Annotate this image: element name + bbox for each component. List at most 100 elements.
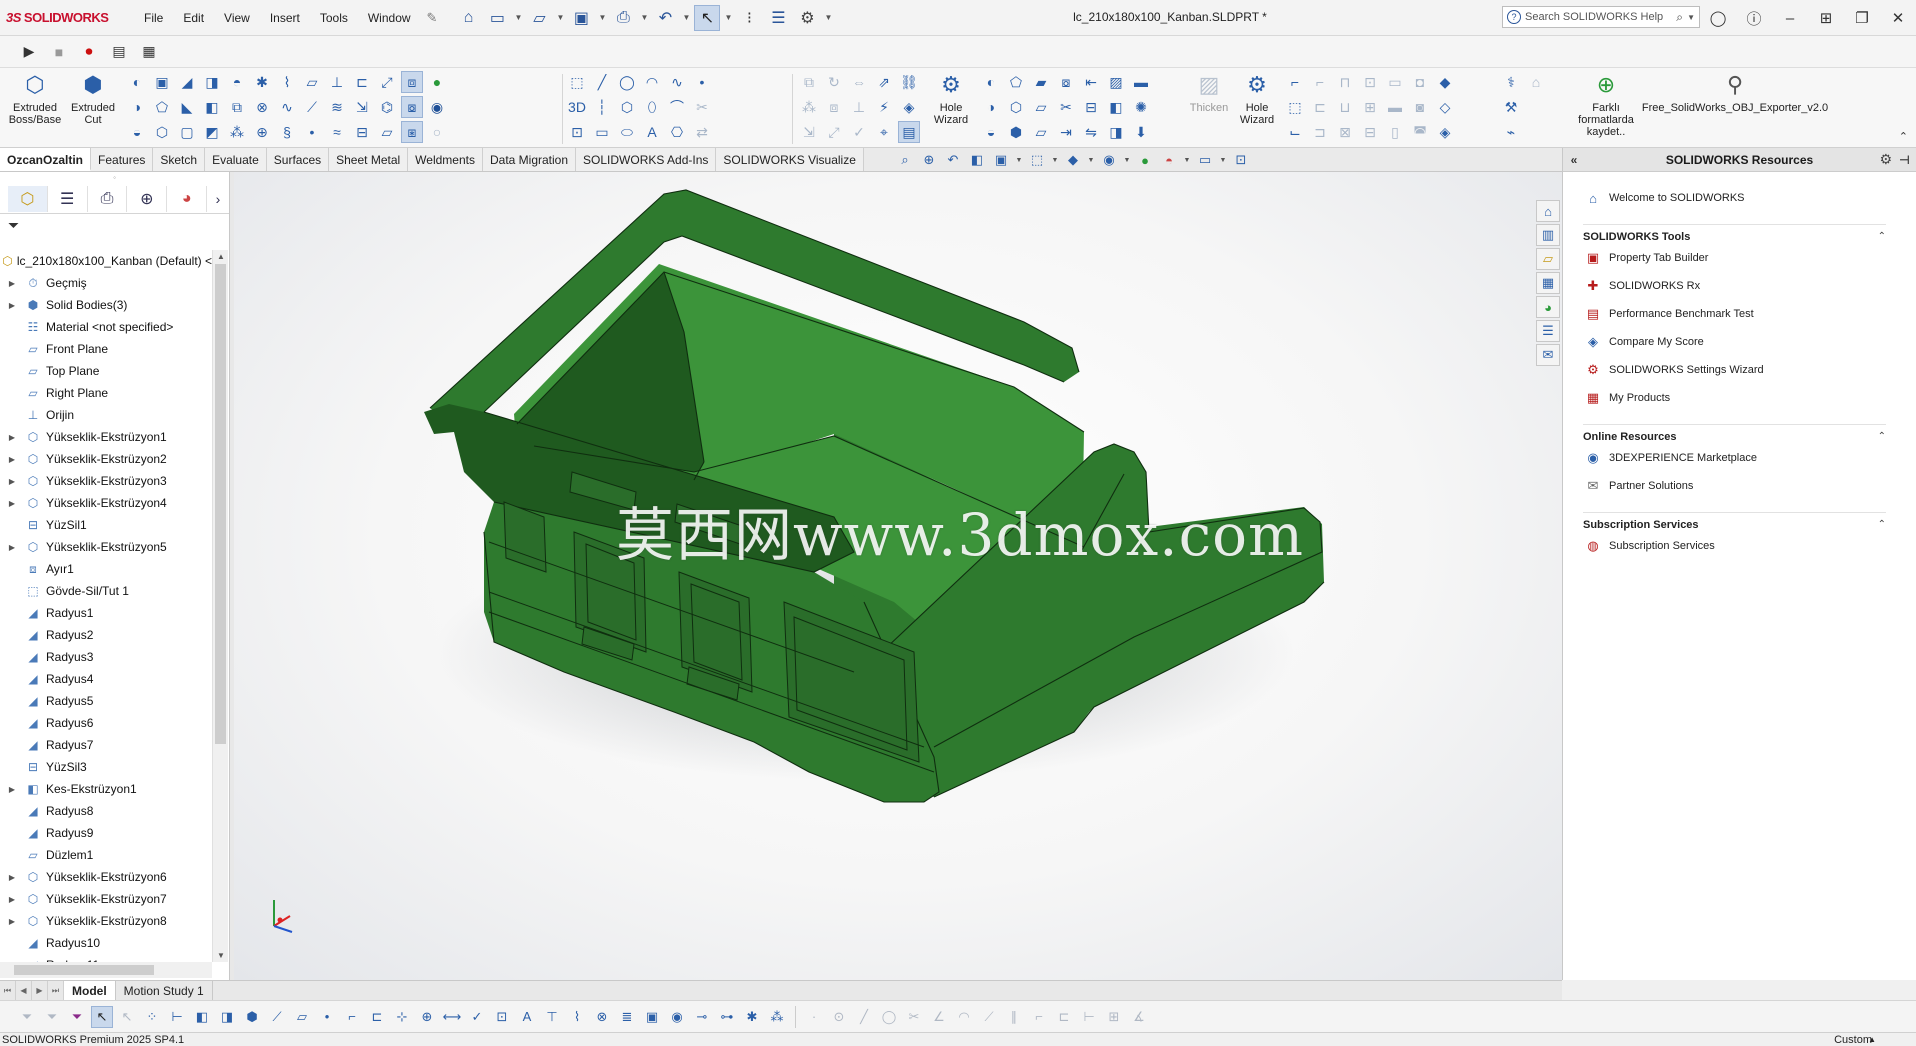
vent-icon[interactable]: ◙ — [1409, 96, 1431, 118]
cut-with-surface-icon[interactable]: ◧ — [1105, 96, 1127, 118]
filter-surface-finish-icon[interactable]: ✓ — [466, 1006, 488, 1028]
resources-link[interactable]: ▦ My Products — [1583, 384, 1900, 412]
dimxpert-manager-tab-icon[interactable]: ⊕ — [127, 185, 168, 212]
filter-faces-icon[interactable]: ◧ — [191, 1006, 213, 1028]
filter-weld-symbols-icon[interactable]: ⌇ — [566, 1006, 588, 1028]
rectangle-icon[interactable]: ▭ — [591, 121, 613, 143]
sketch-corner-dim-icon[interactable]: ⌐ — [1028, 1006, 1050, 1028]
tab-sheet-metal[interactable]: Sheet Metal — [329, 148, 409, 171]
restore-icon[interactable]: ❐ — [1844, 9, 1880, 27]
resources-section-header[interactable]: Subscription Services ⌃ — [1583, 512, 1886, 532]
sweep-boss-icon[interactable]: ⬡ — [151, 121, 173, 143]
feature-manager-tab-icon[interactable]: ⬡ — [8, 185, 48, 212]
menu-insert[interactable]: Insert — [260, 0, 310, 36]
intersect-icon[interactable]: ⊗ — [251, 96, 273, 118]
sphere-icon[interactable]: ◉ — [426, 96, 448, 118]
combine-icon[interactable]: ⊕ — [251, 121, 273, 143]
tree-item[interactable]: ◢Radyus11 — [0, 954, 212, 962]
flatten-icon[interactable]: ▯ — [1384, 121, 1406, 143]
sketch-slope-dim-icon[interactable]: ∡ — [1128, 1006, 1150, 1028]
filter-dimensions-icon[interactable]: ⟷ — [441, 1006, 463, 1028]
hem-icon[interactable]: ⊐ — [1309, 121, 1331, 143]
filter-solid-bodies-icon[interactable]: ⬢ — [241, 1006, 263, 1028]
rib-icon[interactable]: ◨ — [201, 71, 223, 93]
thicken-cut-icon[interactable]: ⧆ — [401, 121, 423, 143]
home-icon[interactable]: ⌂ — [455, 5, 481, 31]
configuration-manager-tab-icon[interactable]: ⎙ — [88, 185, 128, 212]
rip-icon[interactable]: ◚ — [1409, 121, 1431, 143]
sketch-circle2-dim-icon[interactable]: ◯ — [878, 1006, 900, 1028]
dome-icon[interactable]: ◓ — [226, 71, 248, 93]
filter-toggle-icon[interactable]: ⏷ — [16, 1006, 38, 1028]
filter-routing-points-icon[interactable]: ⊶ — [716, 1006, 738, 1028]
tree-item[interactable]: ◢ Radyus3 — [0, 646, 212, 668]
tab-ozcanozaltin[interactable]: OzcanOzaltin — [0, 148, 92, 171]
scale-icon[interactable]: ⤢ — [376, 71, 398, 93]
tab-surfaces[interactable]: Surfaces — [266, 148, 330, 171]
jog-icon[interactable]: ⊓ — [1334, 71, 1356, 93]
tab-data-migration[interactable]: Data Migration — [482, 148, 577, 171]
filter-surface-bodies-icon[interactable]: ◨ — [216, 1006, 238, 1028]
options-dropdown-icon[interactable]: ▼ — [823, 5, 833, 31]
scale-sketch-icon[interactable]: ⤢ — [823, 121, 845, 143]
resources-link[interactable]: ▤ Performance Benchmark Test — [1583, 300, 1900, 328]
tree-item[interactable]: ▱ Front Plane — [0, 338, 212, 360]
view-orientation-icon[interactable]: ⬚ — [1027, 150, 1047, 170]
filter-vertices-icon[interactable]: ⁘ — [141, 1006, 163, 1028]
filter-cosmetic-threads-icon[interactable]: ≣ — [616, 1006, 638, 1028]
view-palette-tab-icon[interactable]: ▦ — [1536, 272, 1560, 294]
dynamic-annotation-icon[interactable]: ▣ — [991, 150, 1011, 170]
sketch-display-icon[interactable]: ▤ — [898, 121, 920, 143]
collapse-chevron-icon[interactable]: ⌃ — [1878, 231, 1886, 242]
tab-weldments[interactable]: Weldments — [408, 148, 483, 171]
circle-icon[interactable]: ◯ — [616, 71, 638, 93]
tree-item[interactable]: ◢ Radyus5 — [0, 690, 212, 712]
tree-item[interactable]: ⧈ Ayır1 — [0, 558, 212, 580]
tree-item[interactable]: ◢ Radyus1 — [0, 602, 212, 624]
sweep-icon[interactable]: ◒ — [126, 121, 148, 143]
thicken-surface-icon[interactable]: ▨ — [1105, 71, 1127, 93]
file-explorer-tab-icon[interactable]: ▱ — [1536, 248, 1560, 270]
replace-face-icon[interactable]: ⇋ — [1080, 121, 1102, 143]
pane-options-gear-icon[interactable]: ⚙ — [1879, 151, 1892, 168]
revolve-boss-icon[interactable]: ◑ — [126, 96, 148, 118]
expand-arrow-icon[interactable]: ▶ — [6, 895, 18, 904]
tree-item[interactable]: ▶ ⬡ Yükseklik-Ekstrüzyon8 — [0, 910, 212, 932]
filter-axes-icon[interactable]: ⟋ — [266, 1006, 288, 1028]
filter-mesh-facets-icon[interactable]: ⁂ — [766, 1006, 788, 1028]
manager-tabs-more-icon[interactable]: › — [207, 186, 229, 212]
previous-view-icon[interactable]: ↶ — [943, 150, 963, 170]
resources-link[interactable]: ✉ Partner Solutions — [1583, 472, 1900, 500]
text-sketch-icon[interactable]: A — [641, 121, 663, 143]
search-icon[interactable]: ⌕ — [1676, 10, 1683, 25]
tree-item[interactable]: ▶ ⬡ Yükseklik-Ekstrüzyon5 — [0, 536, 212, 558]
lofted-surface-icon[interactable]: ⬠ — [1005, 71, 1027, 93]
apply-scene-icon[interactable]: ◓ — [1159, 150, 1179, 170]
run-macro-icon[interactable]: ▶ — [18, 41, 40, 63]
resources-link[interactable]: ◈ Compare My Score — [1583, 328, 1900, 356]
selection-cursor-icon[interactable]: ↖ — [91, 1005, 113, 1028]
expand-arrow-icon[interactable]: ▶ — [6, 785, 18, 794]
clear-filters-icon[interactable]: ⏷ — [41, 1006, 63, 1028]
apply-scene-dropdown-icon[interactable]: ▼ — [1183, 150, 1191, 170]
tree-horizontal-scrollbar[interactable] — [0, 962, 212, 978]
section-view-icon[interactable]: ◧ — [967, 150, 987, 170]
ribbon-collapse-icon[interactable]: ⌃ — [1899, 130, 1908, 143]
resources-section-header[interactable]: Online Resources ⌃ — [1583, 424, 1886, 444]
arrow-down-surface-icon[interactable]: ⬇ — [1130, 121, 1152, 143]
boundary-surface-icon[interactable]: ⬡ — [1005, 96, 1027, 118]
smart-select-icon[interactable]: ↖ — [116, 1006, 138, 1028]
spline-icon[interactable]: ∿ — [666, 71, 688, 93]
hscroll-thumb[interactable] — [14, 965, 154, 975]
trim-surface-icon[interactable]: ✂ — [1055, 96, 1077, 118]
arc-icon[interactable]: ◠ — [641, 71, 663, 93]
stretch-icon[interactable]: ⇔ — [848, 71, 870, 93]
sketch-horiz-dim-icon[interactable]: ⊏ — [1053, 1006, 1075, 1028]
pattern-sketch-icon[interactable]: ⁂ — [798, 96, 820, 118]
design-library-tab-icon[interactable]: ▥ — [1536, 224, 1560, 246]
draft-icon[interactable]: ◧ — [201, 96, 223, 118]
centerline-icon[interactable]: ┆ — [591, 96, 613, 118]
revolved-surface-icon[interactable]: ◑ — [980, 96, 1002, 118]
smart-dimension-icon[interactable]: ⊡ — [566, 121, 588, 143]
deform-icon[interactable]: ≈ — [326, 121, 348, 143]
